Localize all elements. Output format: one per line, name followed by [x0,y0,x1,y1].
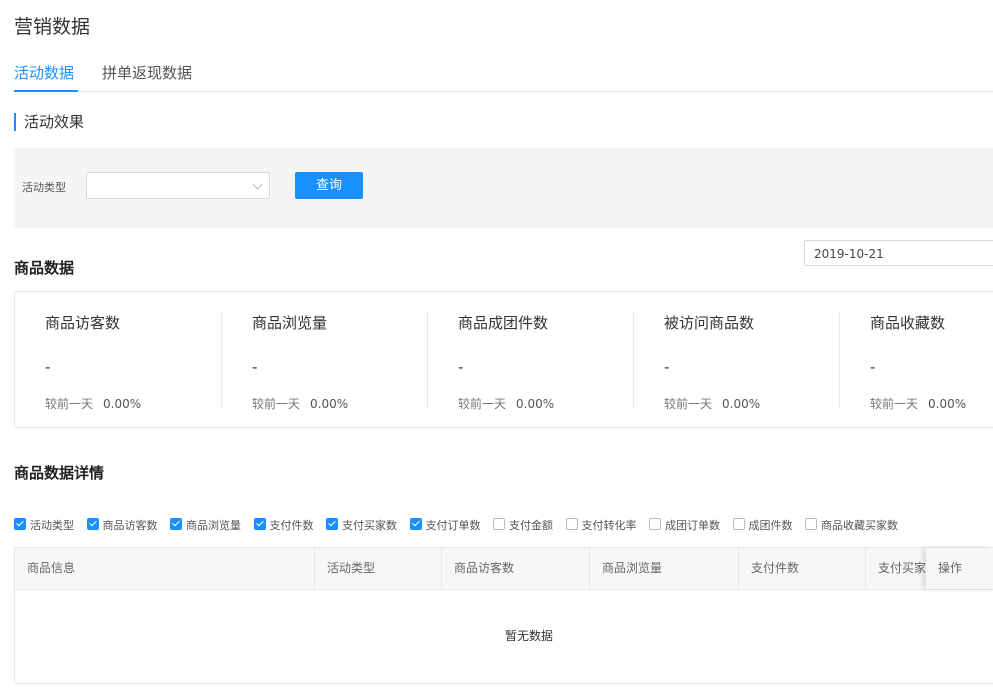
stat-value: - [870,358,876,376]
stat-compare-pct: 0.00% [928,397,967,411]
goods-stats-panel: 商品访客数 - 较前一天 0.00% 商品浏览量 - 较前一天 0.00% 商品成团… [14,291,993,428]
checkbox-icon [253,518,266,530]
checkbox-icon [326,518,338,530]
goods-details-title: 商品数据详情 [14,464,105,482]
tab-active-indicator [14,90,78,92]
column-header: 商品访客数 [442,548,590,589]
checkbox-icon [493,518,505,530]
checkbox-label: 成团件数 [748,519,793,532]
stat-compare: 较前一天 0.00% [45,395,141,412]
stat-compare-label: 较前一天 [45,397,94,411]
column-toggle-bar: 活动类型 商品访客数 商品浏览量 支付件数 支付买家数 支付订单数 支付金额 支… [14,517,907,533]
column-header: 商品浏览量 [590,548,739,589]
stat-label: 被访问商品数 [664,314,755,332]
stat-compare-pct: 0.00% [722,397,761,411]
stat-compare-label: 较前一天 [458,397,507,411]
stat-value: - [458,358,464,376]
checkbox-label: 支付金额 [509,519,553,532]
checkbox-label: 商品访客数 [102,519,158,532]
date-picker[interactable]: 2019-10-21 [804,240,993,266]
column-toggle-checkbox[interactable]: 支付转化率 [565,517,637,533]
stat-compare: 较前一天 0.00% [664,395,760,412]
stat-label: 商品访客数 [45,314,121,332]
checkbox-icon [86,518,99,530]
checkbox-label: 商品收藏买家数 [821,519,898,532]
stat-value: - [664,358,670,376]
checkbox-icon [170,518,182,530]
column-toggle-checkbox[interactable]: 商品访客数 [86,517,158,533]
stat-label: 商品浏览量 [252,314,328,332]
column-toggle-checkbox[interactable]: 活动类型 [14,517,74,533]
checkbox-icon [649,518,661,530]
query-button[interactable]: 查询 [295,172,363,199]
stat-divider [633,312,634,408]
column-toggle-checkbox[interactable]: 成团订单数 [649,517,720,533]
checkbox-label: 商品浏览量 [186,519,241,532]
tab-group-cashback-data[interactable]: 拼单返现数据 [102,62,192,83]
stat-value: - [45,358,51,376]
column-toggle-checkbox[interactable]: 支付订单数 [409,517,481,533]
stat-divider [221,312,222,408]
goods-data-title: 商品数据 [14,259,75,277]
stat-label: 商品成团件数 [458,314,549,332]
checkbox-icon [732,518,745,530]
stat-compare-label: 较前一天 [664,397,713,411]
column-header: 支付件数 [739,548,866,589]
page-title: 营销数据 [14,16,91,38]
stat-compare: 较前一天 0.00% [252,395,348,412]
checkbox-label: 支付件数 [269,519,314,532]
stat-divider [427,312,428,408]
checkbox-label: 支付买家数 [342,519,397,532]
checkbox-icon [565,518,578,530]
checkbox-icon [805,518,817,530]
checkbox-label: 支付转化率 [581,519,637,532]
stat-label: 商品收藏数 [870,314,946,332]
table-header: 商品信息 活动类型 商品访客数 商品浏览量 支付件数 支付买家数 操作 [15,548,993,590]
column-toggle-checkbox[interactable]: 成团件数 [732,517,793,533]
activity-effect-title: 活动效果 [14,113,84,131]
stat-compare: 较前一天 0.00% [458,395,554,412]
stat-compare-pct: 0.00% [516,397,555,411]
checkbox-icon [14,518,26,530]
activity-type-label: 活动类型 [22,181,66,194]
checkbox-label: 支付订单数 [425,519,481,532]
stat-compare: 较前一天 0.00% [870,395,966,412]
checkbox-icon [409,518,422,530]
tab-activity-data[interactable]: 活动数据 [14,62,74,83]
goods-details-table: 商品信息 活动类型 商品访客数 商品浏览量 支付件数 支付买家数 操作 暂无数据 [14,547,993,684]
tab-bar: 活动数据 拼单返现数据 [14,60,993,92]
stat-value: - [252,358,258,376]
column-header: 活动类型 [315,548,442,589]
activity-type-select[interactable] [86,172,270,199]
filter-bar: 活动类型 查询 [14,148,993,228]
column-toggle-checkbox[interactable]: 支付买家数 [326,517,397,533]
checkbox-label: 成团订单数 [665,519,720,532]
stat-compare-label: 较前一天 [870,397,919,411]
column-toggle-checkbox[interactable]: 商品浏览量 [170,517,241,533]
column-toggle-checkbox[interactable]: 商品收藏买家数 [805,517,898,533]
chevron-down-icon [252,179,263,190]
checkbox-label: 活动类型 [30,519,74,532]
column-toggle-checkbox[interactable]: 支付件数 [253,517,314,533]
column-header-actions: 操作 [926,548,993,589]
stat-divider [839,312,840,408]
stat-compare-pct: 0.00% [103,397,142,411]
empty-state-text: 暂无数据 [504,629,553,643]
column-header: 商品信息 [15,548,315,589]
stat-compare-label: 较前一天 [252,397,301,411]
stat-compare-pct: 0.00% [310,397,349,411]
column-toggle-checkbox[interactable]: 支付金额 [493,517,553,533]
